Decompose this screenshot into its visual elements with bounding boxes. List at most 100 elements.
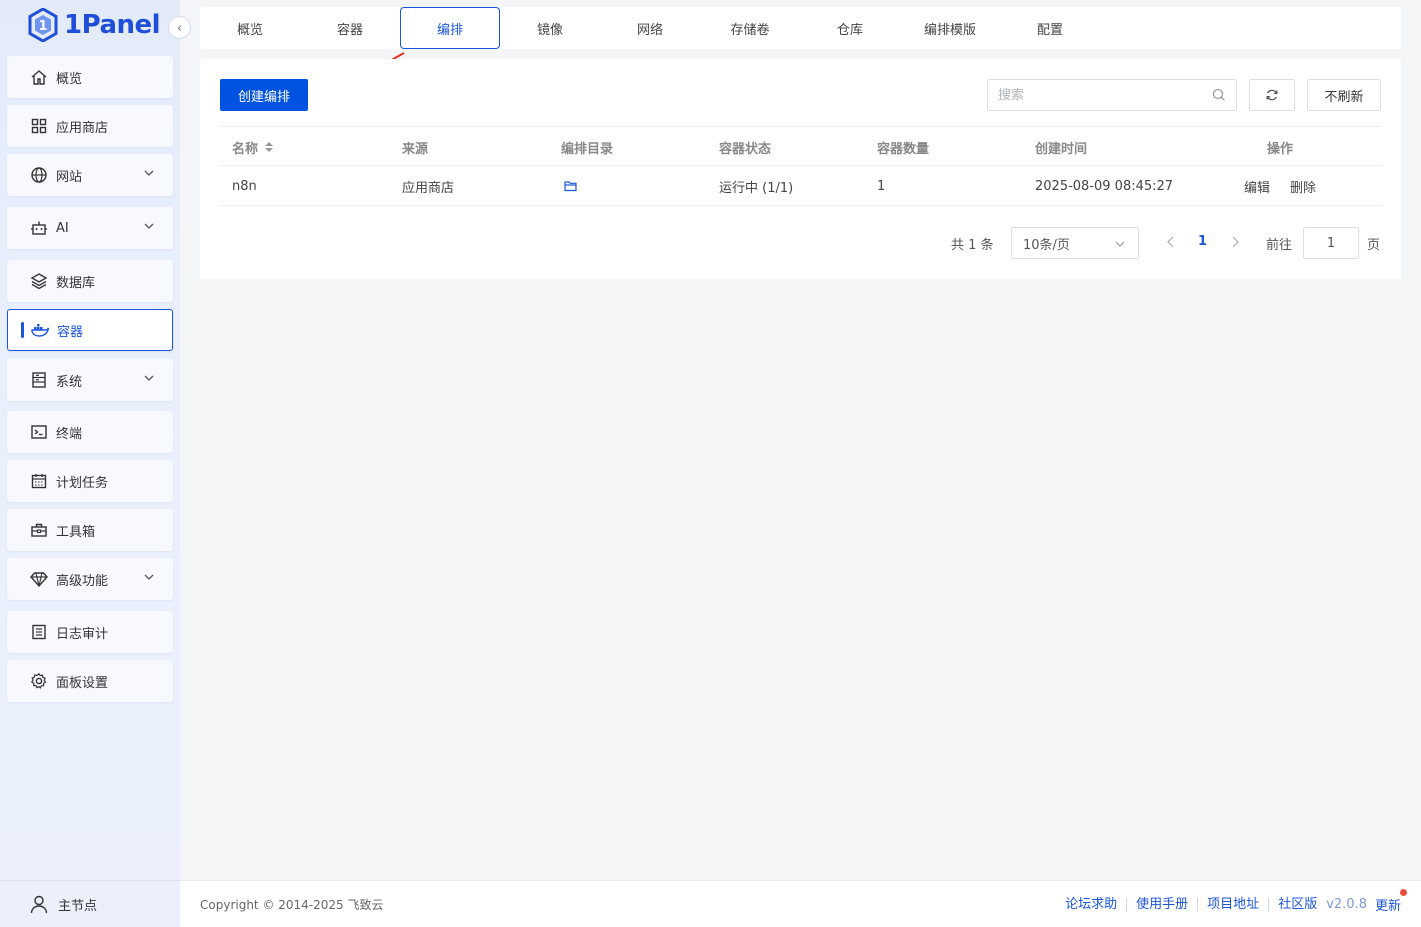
footer: Copyright © 2014-2025 飞致云 论坛求助 使用手册 项目地址… (180, 880, 1421, 927)
sidebar-item-label: 容器 (57, 324, 84, 340)
col-name-header[interactable]: 名称 (232, 127, 274, 167)
sidebar-item-8[interactable]: 计划任务 (7, 460, 173, 502)
active-indicator (21, 322, 24, 338)
logo-hexagon-icon: 1 (28, 8, 58, 42)
tab-images[interactable]: 镜像 (500, 7, 600, 49)
sidebar-item-4[interactable]: 数据库 (7, 260, 173, 302)
chevron-down-icon (144, 375, 154, 381)
page-suffix: 页 (1367, 238, 1381, 253)
col-name-label: 名称 (232, 141, 259, 157)
tab-containers[interactable]: 容器 (300, 7, 400, 49)
chevron-down-icon (144, 574, 154, 580)
container-tabs: 概览 容器 编排 镜像 网络 存储卷 仓库 编排模版 配置 (200, 7, 1401, 49)
sidebar-item-9[interactable]: 工具箱 (7, 509, 173, 551)
sidebar-item-label: 数据库 (56, 275, 96, 291)
pagination-total: 共 1 条 (951, 238, 994, 253)
refresh-icon (1266, 89, 1278, 101)
goto-page-input[interactable] (1303, 227, 1359, 259)
search-input[interactable] (998, 87, 1198, 103)
sidebar-item-0[interactable]: 概览 (7, 56, 173, 98)
page-size-select[interactable]: 10条/页 (1011, 227, 1139, 259)
page-size-value: 10条/页 (1023, 237, 1070, 253)
sidebar-item-7[interactable]: 终端 (7, 411, 173, 453)
col-count-header: 容器数量 (877, 141, 930, 157)
compose-table: 名称 来源 编排目录 容器状态 容器数量 创建时间 操作 n8n 应用商店 运行… (220, 126, 1381, 206)
table-header: 名称 来源 编排目录 容器状态 容器数量 创建时间 操作 (220, 126, 1381, 166)
footer-links: 论坛求助 使用手册 项目地址 社区版 v2.0.8 更新 (1056, 889, 1407, 914)
sidebar-item-label: 系统 (56, 374, 83, 390)
sidebar-item-1[interactable]: 应用商店 (7, 105, 173, 147)
chevron-down-icon (1115, 241, 1125, 247)
pagination: 共 1 条 10条/页 1 前往 页 (200, 227, 1401, 259)
project-link[interactable]: 项目地址 (1198, 897, 1270, 912)
page-number-current[interactable]: 1 (1198, 234, 1207, 249)
node-label: 主节点 (58, 898, 98, 914)
grid-icon (29, 116, 49, 136)
sidebar-item-label: 面板设置 (56, 675, 109, 691)
compose-name-link[interactable]: n8n (232, 166, 257, 206)
refresh-interval-select[interactable]: 不刷新 (1307, 79, 1381, 111)
terminal-icon (29, 422, 49, 442)
goto-label: 前往 (1266, 238, 1293, 253)
tab-repositories[interactable]: 仓库 (800, 7, 900, 49)
sidebar-item-3[interactable]: AI (7, 207, 173, 249)
col-status-header: 容器状态 (719, 141, 772, 157)
forum-link[interactable]: 论坛求助 (1056, 897, 1128, 912)
brand-logo[interactable]: 1 1Panel (28, 8, 161, 42)
sidebar-item-label: 网站 (56, 169, 83, 185)
svg-text:1: 1 (38, 19, 47, 34)
create-compose-button[interactable]: 创建编排 (220, 79, 308, 111)
col-created-header: 创建时间 (1035, 141, 1088, 157)
prev-page-icon[interactable] (1166, 235, 1176, 249)
tab-compose[interactable]: 编排 (400, 7, 500, 49)
sidebar: 1 1Panel ‹ 概览应用商店网站 AI 数据库容器系统终端计划任务工具箱高级功… (0, 0, 191, 927)
sidebar-item-label: 高级功能 (56, 573, 109, 589)
col-directory-header: 编排目录 (561, 141, 614, 157)
table-row: n8n 应用商店 运行中 (1/1) 1 2025-08-09 08:45:27… (220, 166, 1381, 206)
manual-link[interactable]: 使用手册 (1127, 897, 1199, 912)
search-icon[interactable] (1212, 88, 1226, 102)
sort-icon[interactable] (264, 141, 274, 153)
open-directory-button[interactable] (564, 166, 578, 206)
search-box[interactable] (987, 79, 1237, 111)
diamond-icon (29, 569, 49, 589)
col-actions-header: 操作 (1267, 141, 1294, 157)
compose-panel: 创建编排 不刷新 名称 来源 编排目录 容器状态 (200, 59, 1401, 279)
compose-created-time: 2025-08-09 08:45:27 (1035, 178, 1174, 194)
sidebar-item-label: 工具箱 (56, 524, 96, 540)
sidebar-item-11[interactable]: 日志审计 (7, 611, 173, 653)
sidebar-item-label: 日志审计 (56, 626, 109, 642)
node-selector[interactable]: 主节点 (0, 880, 180, 927)
robot-icon (29, 218, 49, 238)
tab-config[interactable]: 配置 (1000, 7, 1100, 49)
tab-networks[interactable]: 网络 (600, 7, 700, 49)
toolbox-icon (29, 520, 49, 540)
sidebar-item-2[interactable]: 网站 (7, 154, 173, 196)
collapse-sidebar-button[interactable]: ‹ (168, 16, 191, 39)
server-icon (29, 370, 49, 390)
tab-compose-templates[interactable]: 编排模版 (900, 7, 1000, 49)
chevron-down-icon (144, 170, 154, 176)
layers-icon (29, 271, 49, 291)
sidebar-item-10[interactable]: 高级功能 (7, 558, 173, 600)
sidebar-item-6[interactable]: 系统 (7, 359, 173, 401)
next-page-icon[interactable] (1230, 235, 1240, 249)
chevron-left-icon: ‹ (177, 20, 182, 35)
sidebar-item-5[interactable]: 容器 (7, 309, 173, 351)
edit-button[interactable]: 编辑 (1244, 166, 1270, 206)
compose-status: 运行中 (1/1) (719, 180, 794, 196)
brand-name: 1Panel (64, 10, 161, 40)
delete-button[interactable]: 删除 (1290, 166, 1316, 206)
refresh-button[interactable] (1249, 79, 1295, 111)
edition-link[interactable]: 社区版 (1269, 897, 1326, 912)
user-icon (30, 895, 48, 914)
tab-overview[interactable]: 概览 (200, 7, 300, 49)
tab-volumes[interactable]: 存储卷 (700, 7, 800, 49)
home-icon (29, 67, 49, 87)
update-badge (1400, 889, 1407, 896)
update-link[interactable]: 更新 (1375, 889, 1407, 914)
log-icon (29, 622, 49, 642)
sidebar-item-12[interactable]: 面板设置 (7, 660, 173, 702)
calendar-icon (29, 471, 49, 491)
sidebar-item-label: 应用商店 (56, 120, 109, 136)
